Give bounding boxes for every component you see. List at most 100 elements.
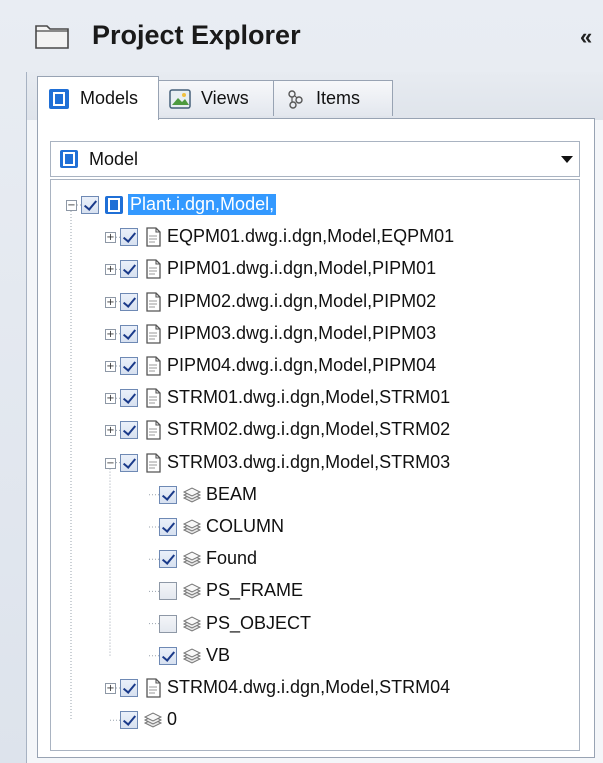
visibility-checkbox[interactable] bbox=[159, 582, 177, 601]
expand-node-icon[interactable]: + bbox=[105, 361, 116, 372]
visibility-checkbox[interactable] bbox=[159, 646, 177, 665]
visibility-checkbox[interactable] bbox=[159, 550, 177, 569]
tree-node[interactable]: 0 bbox=[51, 707, 579, 733]
layer-icon bbox=[182, 581, 202, 601]
tree-node-label: STRM03.dwg.i.dgn,Model,STRM03 bbox=[167, 451, 451, 472]
tree-node-label: PIPM02.dwg.i.dgn,Model,PIPM02 bbox=[167, 290, 437, 311]
views-icon bbox=[169, 88, 191, 109]
tree-layer-node[interactable]: COLUMN bbox=[51, 514, 579, 540]
model-icon bbox=[60, 150, 78, 168]
tree-node-label: PS_FRAME bbox=[206, 580, 304, 601]
visibility-checkbox[interactable] bbox=[120, 324, 138, 343]
tree-node[interactable]: + STRM04.dwg.i.dgn,Model,STRM04 bbox=[51, 675, 579, 701]
tab-models[interactable]: Models bbox=[37, 76, 159, 120]
visibility-checkbox[interactable] bbox=[120, 711, 138, 730]
dropdown-selected-value: Model bbox=[89, 148, 139, 169]
tab-views[interactable]: Views bbox=[158, 80, 274, 116]
visibility-checkbox[interactable] bbox=[120, 357, 138, 375]
expand-node-icon[interactable]: + bbox=[105, 328, 116, 340]
tree-layer-node[interactable]: VB bbox=[51, 643, 579, 669]
tree-node[interactable]: + PIPM04.dwg.i.dgn,Model,PIPM04 bbox=[51, 353, 579, 379]
file-icon bbox=[143, 227, 163, 247]
folder-icon bbox=[35, 25, 69, 49]
tree-node[interactable]: + EQPM01.dwg.i.dgn,Model,EQPM01 bbox=[51, 224, 579, 250]
tab-items[interactable]: Items bbox=[273, 80, 393, 116]
file-icon bbox=[143, 356, 163, 376]
panel-content: Models Views Items Model − Plant.i.dgn,M… bbox=[26, 72, 603, 763]
tree-node-label: STRM04.dwg.i.dgn,Model,STRM04 bbox=[167, 677, 451, 697]
tree-root-node[interactable]: − Plant.i.dgn,Model, bbox=[51, 192, 579, 218]
tab-strip: Models Views Items bbox=[27, 72, 603, 120]
tree-layer-node[interactable]: Found bbox=[51, 546, 579, 572]
tree-node-label: EQPM01.dwg.i.dgn,Model,EQPM01 bbox=[167, 226, 455, 247]
model-tree: − Plant.i.dgn,Model, + EQPM01.dwg.i.dgn,Mod… bbox=[50, 179, 580, 751]
layer-icon bbox=[182, 614, 202, 634]
panel-header: Project Explorer « bbox=[0, 0, 603, 72]
layer-icon bbox=[182, 485, 202, 505]
tree-node-label: VB bbox=[206, 644, 231, 665]
collapse-node-icon[interactable]: − bbox=[105, 457, 116, 469]
tree-node[interactable]: − STRM03.dwg.i.dgn,Model,STRM03 bbox=[51, 450, 579, 476]
tree-layer-node[interactable]: BEAM bbox=[51, 482, 579, 508]
tree-node-label: STRM01.dwg.i.dgn,Model,STRM01 bbox=[167, 387, 451, 408]
visibility-checkbox[interactable] bbox=[159, 518, 177, 536]
tree-node-label: Plant.i.dgn,Model, bbox=[128, 194, 277, 215]
file-icon bbox=[143, 452, 163, 473]
visibility-checkbox[interactable] bbox=[120, 389, 138, 408]
tree-node[interactable]: + STRM01.dwg.i.dgn,Model,STRM01 bbox=[51, 385, 579, 411]
expand-node-icon[interactable]: + bbox=[105, 393, 116, 405]
model-icon bbox=[104, 195, 124, 215]
visibility-checkbox[interactable] bbox=[120, 228, 138, 247]
tree-node-label: STRM02.dwg.i.dgn,Model,STRM02 bbox=[167, 419, 451, 440]
tree-node-label: COLUMN bbox=[206, 516, 285, 536]
tree-node-label: PIPM03.dwg.i.dgn,Model,PIPM03 bbox=[167, 322, 437, 343]
tab-label: Models bbox=[80, 88, 139, 108]
project-explorer-panel: Project Explorer « Models Views Items Mo… bbox=[0, 0, 603, 763]
expand-node-icon[interactable]: + bbox=[105, 264, 116, 276]
file-icon bbox=[143, 678, 163, 698]
tab-label: Views bbox=[201, 88, 249, 108]
tree-node[interactable]: + PIPM01.dwg.i.dgn,Model,PIPM01 bbox=[51, 256, 579, 282]
chevron-down-icon[interactable] bbox=[561, 156, 573, 163]
layer-icon bbox=[182, 517, 202, 537]
tab-label: Items bbox=[316, 88, 361, 108]
visibility-checkbox[interactable] bbox=[159, 614, 177, 633]
layer-icon bbox=[182, 646, 202, 666]
tree-layer-node[interactable]: PS_FRAME bbox=[51, 578, 579, 604]
tree-node-label: 0 bbox=[167, 709, 178, 730]
file-icon bbox=[143, 291, 163, 312]
panel-title: Project Explorer bbox=[92, 20, 301, 50]
expand-node-icon[interactable]: + bbox=[105, 683, 116, 694]
visibility-checkbox[interactable] bbox=[120, 292, 138, 311]
tree-node-label: PIPM01.dwg.i.dgn,Model,PIPM01 bbox=[167, 258, 437, 279]
visibility-checkbox[interactable] bbox=[120, 260, 138, 279]
tree-node[interactable]: + STRM02.dwg.i.dgn,Model,STRM02 bbox=[51, 417, 579, 443]
tree-layer-node[interactable]: PS_OBJECT bbox=[51, 611, 579, 637]
tree-node-label: BEAM bbox=[206, 483, 258, 504]
tree-node-label: PS_OBJECT bbox=[206, 612, 312, 633]
expand-node-icon[interactable]: + bbox=[105, 425, 116, 437]
layer-icon bbox=[182, 549, 202, 569]
visibility-checkbox[interactable] bbox=[120, 421, 138, 440]
visibility-checkbox[interactable] bbox=[81, 196, 99, 214]
layer-icon bbox=[143, 710, 163, 730]
file-icon bbox=[143, 324, 163, 344]
model-icon bbox=[49, 88, 69, 109]
visibility-checkbox[interactable] bbox=[159, 485, 177, 504]
models-tab-body: Model − Plant.i.dgn,Model, + EQPM01.dwg.i.d… bbox=[37, 118, 595, 758]
tree-node[interactable]: + PIPM02.dwg.i.dgn,Model,PIPM02 bbox=[51, 289, 579, 315]
file-icon bbox=[143, 420, 163, 441]
expand-node-icon[interactable]: + bbox=[105, 296, 116, 308]
collapse-node-icon[interactable]: − bbox=[66, 200, 77, 211]
file-icon bbox=[143, 388, 163, 408]
visibility-checkbox[interactable] bbox=[120, 679, 138, 697]
expand-node-icon[interactable]: + bbox=[105, 232, 116, 244]
model-dropdown[interactable]: Model bbox=[50, 141, 580, 177]
tree-node-label: Found bbox=[206, 548, 258, 569]
tree-node[interactable]: + PIPM03.dwg.i.dgn,Model,PIPM03 bbox=[51, 321, 579, 347]
file-icon bbox=[143, 259, 163, 280]
visibility-checkbox[interactable] bbox=[120, 453, 138, 472]
collapse-button[interactable]: « bbox=[580, 24, 592, 50]
items-icon bbox=[288, 89, 303, 109]
tree-node-label: PIPM04.dwg.i.dgn,Model,PIPM04 bbox=[167, 355, 437, 375]
